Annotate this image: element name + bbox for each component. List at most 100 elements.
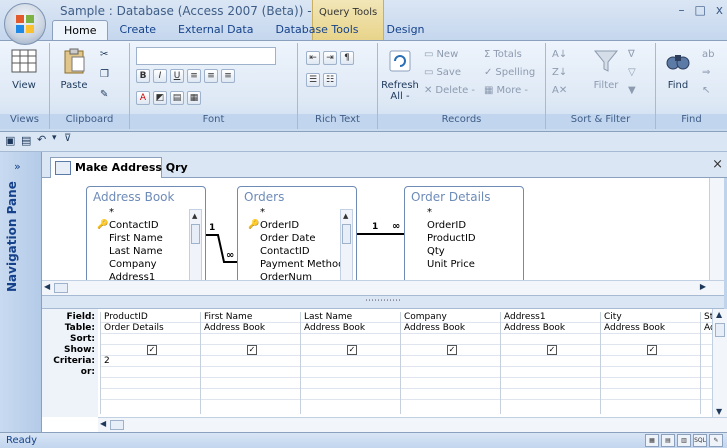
pivot-chart-view-icon[interactable]: ▥ (677, 434, 691, 447)
grid-criteria-cell[interactable] (701, 356, 712, 367)
grid-or-cell[interactable] (301, 367, 400, 378)
grid-sort-cell[interactable] (301, 334, 400, 345)
bold-icon[interactable]: B (136, 69, 150, 83)
grid-column[interactable]: ProductID Order Details ✓ 2 (100, 312, 200, 414)
go-to-button[interactable]: ⇒ (702, 67, 710, 78)
sort-ascending-button[interactable]: A↓ (552, 49, 567, 60)
select-button[interactable]: ↖ (702, 85, 710, 96)
show-checkbox[interactable]: ✓ (547, 345, 557, 355)
grid-empty-cell[interactable] (101, 389, 200, 400)
font-color-icon[interactable]: A (136, 91, 150, 105)
bullets-icon[interactable]: ☰ (306, 73, 320, 87)
design-view-icon[interactable]: ✎ (709, 434, 723, 447)
grid-or-cell[interactable] (601, 367, 700, 378)
grid-table-cell[interactable]: Address Book (501, 323, 600, 334)
grid-empty-cell[interactable] (701, 389, 712, 400)
maximize-button[interactable]: □ (695, 3, 706, 17)
grid-table-cell[interactable]: Address Book (401, 323, 500, 334)
grid-or-cell[interactable] (701, 367, 712, 378)
grid-table-cell[interactable]: Add (701, 323, 712, 334)
customize-toolbar-icon[interactable]: ⊽ (64, 133, 71, 144)
grid-show-cell[interactable]: ✓ (301, 345, 400, 356)
grid-horizontal-scrollbar[interactable]: ◀ ▶ (98, 417, 727, 432)
document-tab[interactable]: Make Address Qry (50, 157, 188, 178)
grid-column[interactable]: Address1 Address Book ✓ (500, 312, 600, 414)
scroll-thumb[interactable] (110, 420, 124, 430)
save-icon[interactable]: ▣ (5, 134, 15, 147)
italic-icon[interactable]: I (153, 69, 167, 83)
grid-empty-cell[interactable] (101, 378, 200, 389)
grid-field-cell[interactable]: Company (401, 312, 500, 323)
grid-field-cell[interactable]: Sta (701, 312, 712, 323)
grid-empty-cell[interactable] (701, 378, 712, 389)
grid-empty-cell[interactable] (601, 389, 700, 400)
undo-icon[interactable]: ↶ (37, 133, 46, 146)
grid-show-cell[interactable]: ✓ (101, 345, 200, 356)
grid-column[interactable]: Company Address Book ✓ (400, 312, 500, 414)
tab-create[interactable]: Create (108, 20, 167, 40)
totals-button[interactable]: Σ Totals (484, 49, 522, 60)
scroll-left-icon[interactable]: ◀ (44, 282, 50, 291)
navigation-pane[interactable]: » Navigation Pane (0, 152, 42, 432)
copy-button[interactable]: ❐ (100, 69, 109, 80)
grid-table-cell[interactable]: Order Details (101, 323, 200, 334)
grid-sort-cell[interactable] (601, 334, 700, 345)
align-center-icon[interactable]: ≡ (204, 69, 218, 83)
query-design-grid[interactable]: Field: Table: Sort: Show: Criteria: or: … (42, 309, 727, 432)
tab-design[interactable]: Design (376, 20, 436, 40)
new-record-button[interactable]: ▭ New (424, 49, 458, 60)
paragraph-direction-icon[interactable]: ¶ (340, 51, 354, 65)
advanced-filter-button[interactable]: ▽ (628, 67, 636, 78)
alternate-fill-icon[interactable]: ▤ (170, 91, 184, 105)
grid-criteria-cell[interactable] (401, 356, 500, 367)
undo-dropdown-icon[interactable]: ▾ (52, 133, 57, 143)
grid-column[interactable]: First Name Address Book ✓ (200, 312, 300, 414)
navigation-pane-toggle[interactable]: » (14, 160, 21, 173)
grid-field-cell[interactable]: City (601, 312, 700, 323)
grid-show-cell[interactable]: ✓ (501, 345, 600, 356)
tab-database-tools[interactable]: Database Tools (264, 20, 369, 40)
underline-icon[interactable]: U (170, 69, 184, 83)
filter-button[interactable]: Filter (586, 47, 626, 91)
grid-empty-cell[interactable] (601, 378, 700, 389)
grid-empty-cell[interactable] (301, 378, 400, 389)
replace-button[interactable]: ab (702, 49, 714, 60)
grid-field-cell[interactable]: First Name (201, 312, 300, 323)
grid-criteria-cell[interactable] (601, 356, 700, 367)
fill-color-icon[interactable]: ◩ (153, 91, 167, 105)
pivot-table-view-icon[interactable]: ▤ (661, 434, 675, 447)
close-document-button[interactable]: × (712, 157, 723, 172)
grid-or-cell[interactable] (501, 367, 600, 378)
spelling-button[interactable]: ✓ Spelling (484, 67, 535, 78)
tab-external-data[interactable]: External Data (167, 20, 264, 40)
office-button[interactable] (4, 3, 46, 45)
close-button[interactable]: x (716, 3, 723, 17)
selection-filter-button[interactable]: ∇ (628, 49, 635, 60)
grid-or-cell[interactable] (201, 367, 300, 378)
find-button[interactable]: Find (658, 47, 698, 91)
query-design-area[interactable]: Address Book * 🔑 ContactID First Name Las… (42, 178, 724, 280)
design-area-vertical-scrollbar[interactable] (709, 178, 724, 280)
decrease-indent-icon[interactable]: ⇤ (306, 51, 320, 65)
scroll-thumb[interactable] (715, 323, 725, 337)
sql-view-button[interactable]: SQL (693, 434, 707, 447)
font-name-dropdown[interactable] (136, 47, 276, 65)
gridlines-icon[interactable]: ▦ (187, 91, 201, 105)
grid-field-cell[interactable]: Address1 (501, 312, 600, 323)
grid-sort-cell[interactable] (501, 334, 600, 345)
show-checkbox[interactable]: ✓ (247, 345, 257, 355)
scroll-right-icon[interactable]: ▶ (700, 282, 706, 291)
align-left-icon[interactable]: ≡ (187, 69, 201, 83)
grid-empty-cell[interactable] (201, 389, 300, 400)
scroll-thumb[interactable] (54, 283, 68, 293)
save-record-button[interactable]: ▭ Save (424, 67, 461, 78)
grid-show-cell[interactable] (701, 345, 712, 356)
show-checkbox[interactable]: ✓ (147, 345, 157, 355)
clear-sort-button[interactable]: A✕ (552, 85, 567, 96)
design-area-horizontal-scrollbar[interactable]: ◀ ▶ (42, 280, 724, 295)
grid-or-cell[interactable] (401, 367, 500, 378)
grid-or-cell[interactable] (101, 367, 200, 378)
show-checkbox[interactable]: ✓ (347, 345, 357, 355)
grid-criteria-cell[interactable] (201, 356, 300, 367)
grid-sort-cell[interactable] (701, 334, 712, 345)
